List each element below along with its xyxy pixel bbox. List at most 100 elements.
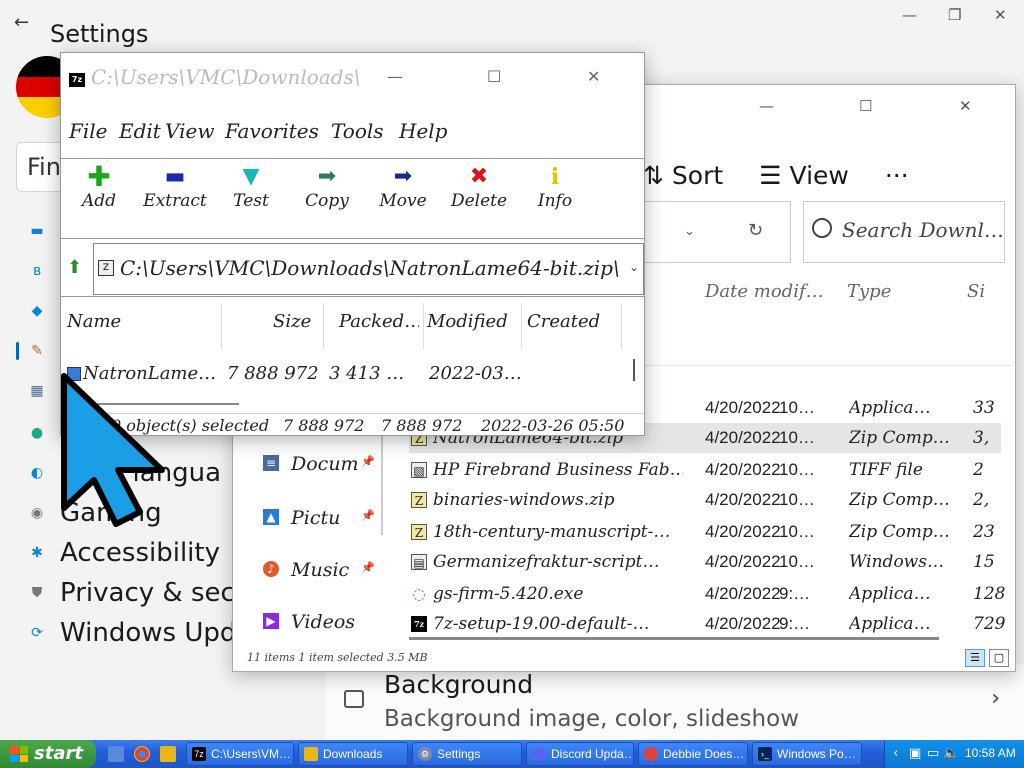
minimize-icon[interactable]: —	[759, 97, 774, 115]
chevron-down-icon[interactable]: ⌄	[684, 224, 695, 239]
column-size[interactable]: Si	[967, 281, 985, 302]
close-icon[interactable]: ✕	[994, 6, 1007, 24]
zip-icon: Z	[411, 492, 427, 508]
file-row[interactable]: ▤ Germanizefraktur-script… 4/20/2022 10……	[409, 547, 1001, 577]
column-created[interactable]: Created	[527, 311, 617, 332]
minimize-icon[interactable]: —	[387, 67, 403, 86]
column-name[interactable]: Name	[67, 311, 217, 332]
quick-access-documents[interactable]: ≡ Docum 📌	[263, 453, 375, 475]
horizontal-scrollbar[interactable]	[409, 637, 939, 640]
taskbar-item-downloads[interactable]: Downloads	[298, 742, 408, 766]
column-packed[interactable]: Packed…	[339, 311, 419, 332]
taskbar-item-chrome[interactable]: Debbie Does…	[638, 742, 748, 766]
maximize-icon[interactable]: ☐	[487, 67, 501, 86]
pin-icon: 📌	[361, 455, 375, 468]
time-language-icon[interactable]: ◐	[28, 464, 46, 482]
quick-access-music[interactable]: ♪ Music 📌	[263, 559, 375, 581]
column-modified[interactable]: Modified	[427, 311, 517, 332]
taskbar-item-7zip[interactable]: 7z C:\Users\VM…	[186, 742, 294, 766]
file-row[interactable]: Z 18th-century-manuscript-… 4/20/2022 10…	[409, 517, 1001, 547]
network-icon[interactable]: ▣	[909, 746, 921, 761]
close-icon[interactable]: ✕	[587, 67, 600, 86]
taskbar-item-powershell[interactable]: ›_ Windows Po…	[752, 742, 862, 766]
test-button[interactable]: ▼ Test	[213, 161, 289, 239]
refresh-icon[interactable]: ↻	[748, 220, 763, 241]
path-combobox[interactable]: Z C:\Users\VMC\Downloads\NatronLame64-bi…	[93, 243, 644, 295]
privacy-icon[interactable]: ⛊	[28, 584, 46, 602]
image-icon: ▧	[411, 462, 427, 478]
gaming-icon[interactable]: ◉	[28, 504, 46, 522]
file-row[interactable]: ▧ HP Firebrand Business Fab… 4/20/2022 1…	[409, 455, 1001, 485]
extract-button[interactable]: ▬ Extract	[137, 161, 213, 239]
taskbar-item-settings[interactable]: ⚙ Settings	[412, 742, 522, 766]
sort-button[interactable]: ⇅ Sort	[643, 161, 723, 190]
maximize-icon[interactable]: ☐	[859, 97, 872, 115]
plus-icon: ✚	[87, 160, 111, 193]
sidebar-item-privacy[interactable]: Privacy & secu	[60, 578, 251, 608]
copy-button[interactable]: ➡ Copy	[289, 161, 365, 239]
pin-icon: 📌	[361, 509, 375, 522]
details-view-icon[interactable]: ☰	[965, 649, 985, 667]
view-button[interactable]: ☰ View	[759, 161, 849, 190]
menu-edit[interactable]: Edit	[119, 119, 161, 143]
info-button[interactable]: i Info	[517, 161, 593, 239]
apps-icon[interactable]: ▦	[28, 382, 46, 400]
accessibility-icon[interactable]: ✱	[28, 544, 46, 562]
taskbar-item-discord[interactable]: Discord Upda…	[526, 742, 634, 766]
7zip-icon: 7z	[411, 616, 427, 632]
title-bar[interactable]: 7z C:\Users\VMC\Downloads\ — ☐ ✕	[61, 53, 644, 107]
sidebar-item-windows-update[interactable]: Windows Upd	[60, 618, 236, 648]
personalization-icon[interactable]: ✎	[28, 342, 46, 360]
chevron-down-icon[interactable]: ⌄	[629, 260, 639, 274]
column-size[interactable]: Size	[273, 311, 323, 332]
search-icon	[812, 218, 832, 238]
tiles-view-icon[interactable]: ▢	[989, 649, 1009, 667]
close-icon[interactable]: ✕	[959, 97, 972, 115]
start-button[interactable]: start	[0, 740, 96, 768]
menu-file[interactable]: File	[69, 119, 108, 143]
accounts-icon[interactable]: ●	[28, 424, 46, 442]
maximize-icon[interactable]: ❐	[948, 6, 961, 24]
mouse-pointer-icon	[61, 373, 165, 527]
chevron-left-icon[interactable]: ‹	[893, 746, 898, 761]
network-icon[interactable]: ◆	[28, 302, 46, 320]
column-type[interactable]: Type	[847, 281, 891, 302]
toolbar: ✚ Add ▬ Extract ▼ Test ➡ Copy ➡ Move ✖ D…	[61, 161, 644, 239]
file-row[interactable]: Z binaries-windows.zip 4/20/2022 10… Zip…	[409, 485, 1001, 515]
selection-indicator	[16, 342, 19, 360]
file-row[interactable]: 7z 7z-setup-19.00-default-… 4/20/2022 9:…	[409, 609, 1005, 639]
file-row[interactable]: ◌ gs-firm-5.420.exe 4/20/2022 9:… Applic…	[409, 579, 1005, 609]
move-button[interactable]: ➡ Move	[365, 161, 441, 239]
back-arrow-icon[interactable]: ←	[14, 12, 29, 33]
clock[interactable]: 10:58 AM	[965, 746, 1016, 760]
divider	[633, 365, 1013, 366]
more-button[interactable]: ···	[885, 161, 909, 190]
background-setting-card[interactable]: Background Background image, color, slid…	[326, 664, 1024, 740]
volume-icon[interactable]: 🔈	[943, 746, 959, 761]
quicklaunch-icon[interactable]	[108, 746, 124, 762]
pictures-icon: ▲	[263, 509, 279, 525]
search-input[interactable]: Search Downl…	[803, 201, 1005, 263]
delete-button[interactable]: ✖ Delete	[441, 161, 517, 239]
add-button[interactable]: ✚ Add	[61, 161, 137, 239]
info-icon: i	[550, 164, 560, 190]
chrome-icon[interactable]	[134, 746, 150, 762]
menu-help[interactable]: Help	[399, 119, 447, 143]
powershell-icon: ›_	[758, 747, 772, 761]
menu-view[interactable]: View	[165, 119, 214, 143]
quick-access-videos[interactable]: ▶ Videos	[263, 611, 355, 633]
doc-icon: ▤	[411, 554, 427, 570]
quick-access-pictures[interactable]: ▲ Pictu 📌	[263, 507, 375, 529]
folder-up-icon[interactable]: ⬆	[67, 257, 82, 278]
bluetooth-icon[interactable]: ʙ	[28, 262, 46, 280]
minimize-icon[interactable]: —	[902, 6, 917, 24]
vertical-scrollbar[interactable]	[633, 359, 635, 381]
menu-favorites[interactable]: Favorites	[225, 119, 319, 143]
column-date-modified[interactable]: Date modif…	[705, 281, 824, 302]
display-icon[interactable]: ▭	[927, 746, 939, 761]
folder-icon[interactable]	[160, 746, 176, 762]
system-icon[interactable]: ▬	[28, 222, 46, 240]
menu-tools[interactable]: Tools	[331, 119, 384, 143]
windows-update-icon[interactable]: ⟳	[28, 624, 46, 642]
sidebar-item-accessibility[interactable]: Accessibility	[60, 538, 220, 568]
